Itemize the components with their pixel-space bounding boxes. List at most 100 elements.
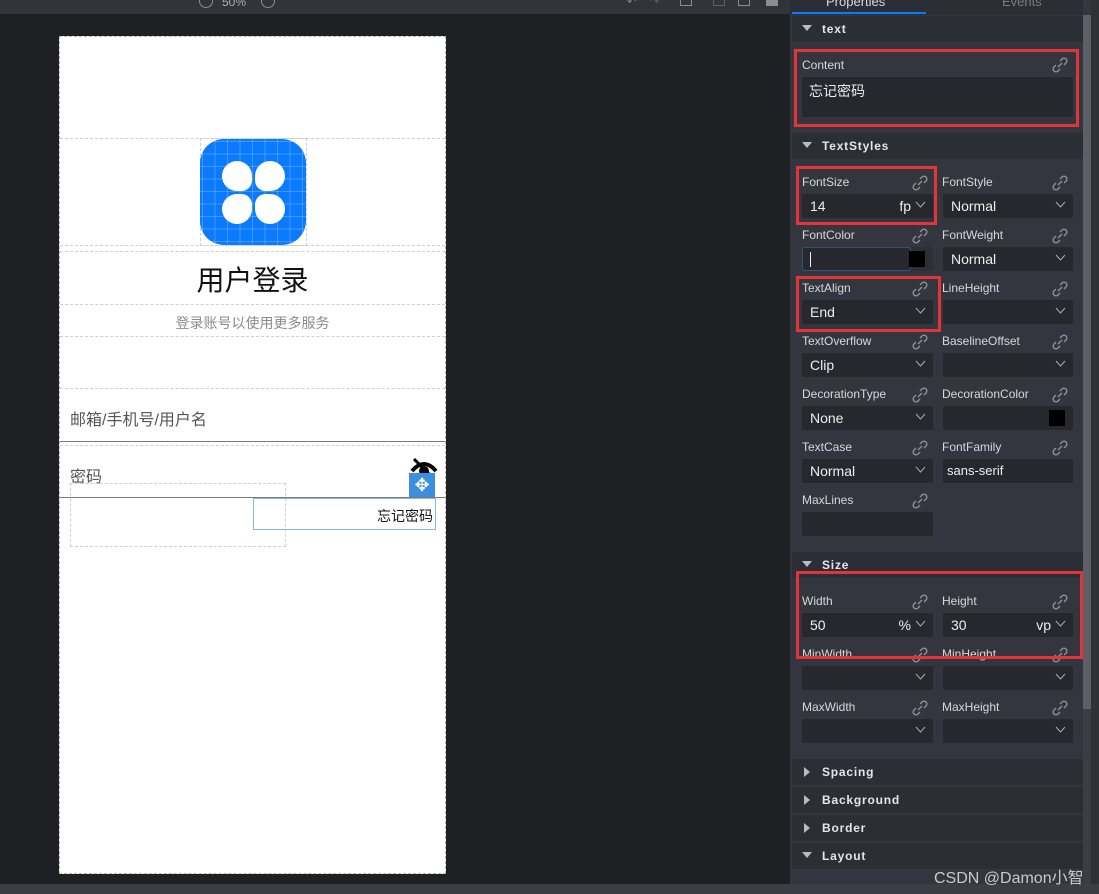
login-title[interactable]: 用户登录 — [60, 259, 445, 299]
move-icon[interactable]: ✥ — [409, 473, 435, 497]
chevron-down-icon[interactable] — [1055, 305, 1066, 316]
chevron-down-icon[interactable] — [1055, 358, 1066, 369]
scrollbar-thumb[interactable] — [1083, 15, 1091, 709]
link-icon[interactable] — [1052, 334, 1068, 350]
decoration-color-swatch[interactable] — [1049, 410, 1065, 426]
link-icon[interactable] — [1052, 387, 1068, 403]
phone-preview: 用户登录 登录账号以使用更多服务 邮箱/手机号/用户名 密码 ✥ 忘记密码 — [59, 36, 446, 874]
text-overflow-select[interactable]: Clip — [802, 353, 933, 377]
min-height-input[interactable] — [943, 666, 1073, 690]
link-icon[interactable] — [912, 440, 928, 456]
panel-edge — [1091, 0, 1099, 884]
app-logo-icon[interactable] — [200, 139, 306, 245]
redo-icon[interactable]: ↷ — [650, 0, 662, 8]
max-height-input[interactable] — [943, 719, 1073, 743]
font-weight-select[interactable]: Normal — [943, 247, 1073, 271]
chevron-down-icon[interactable] — [915, 724, 926, 735]
decoration-color-input[interactable] — [943, 406, 1073, 430]
collapse-icon — [802, 852, 812, 858]
forgot-password-text[interactable]: 忘记密码 — [253, 498, 436, 530]
section-title: Border — [822, 821, 867, 835]
text-cursor — [810, 252, 811, 267]
chevron-down-icon[interactable] — [915, 671, 926, 682]
username-input[interactable]: 邮箱/手机号/用户名 — [60, 389, 445, 442]
chevron-down-icon[interactable] — [1055, 671, 1066, 682]
highlight-box — [796, 276, 941, 332]
chevron-down-icon[interactable] — [915, 411, 926, 422]
chevron-down-icon[interactable] — [915, 358, 926, 369]
text-case-select[interactable]: Normal — [802, 459, 933, 483]
decoration-type-select[interactable]: None — [802, 406, 933, 430]
divider — [60, 251, 445, 252]
font-style-value: Normal — [951, 198, 997, 214]
line-height-label: LineHeight — [942, 281, 1000, 295]
zoom-in-icon[interactable] — [261, 0, 275, 8]
baseline-offset-label: BaselineOffset — [942, 334, 1020, 348]
collapse-icon — [802, 142, 812, 148]
active-tab-indicator — [792, 12, 926, 14]
panel-tabs: Properties Events — [790, 0, 1083, 15]
link-icon[interactable] — [1052, 281, 1068, 297]
section-title: Size — [822, 558, 850, 572]
fullscreen-icon[interactable] — [738, 0, 750, 6]
expand-icon — [804, 767, 810, 777]
divider — [60, 245, 445, 246]
font-family-input[interactable]: sans-serif — [943, 459, 1073, 483]
font-weight-label: FontWeight — [942, 228, 1004, 242]
expand-icon — [804, 823, 810, 833]
link-icon[interactable] — [912, 700, 928, 716]
device-icon[interactable] — [680, 0, 692, 6]
font-family-label: FontFamily — [942, 440, 1002, 454]
section-title: Spacing — [822, 765, 875, 779]
link-icon[interactable] — [1052, 700, 1068, 716]
link-icon[interactable] — [1052, 228, 1068, 244]
divider — [60, 336, 445, 337]
font-family-value: sans-serif — [947, 463, 1004, 478]
collapse-icon — [802, 561, 812, 567]
ide-window: 50% ↶ ↷ 用户登录 登录账号以使用更多服务 邮箱/手机号/用户名 密码 ✥… — [0, 0, 1099, 894]
zoom-out-icon[interactable] — [199, 0, 213, 8]
text-overflow-value: Clip — [810, 357, 835, 373]
font-color-input[interactable] — [802, 247, 911, 271]
section-text[interactable]: text — [792, 16, 1083, 42]
chevron-down-icon[interactable] — [915, 464, 926, 475]
min-width-input[interactable] — [802, 666, 933, 690]
tab-properties[interactable]: Properties — [826, 0, 885, 9]
login-subtitle[interactable]: 登录账号以使用更多服务 — [60, 313, 445, 333]
link-icon[interactable] — [1052, 175, 1068, 191]
font-color-swatch[interactable] — [909, 251, 925, 267]
highlight-box — [794, 49, 1079, 127]
decoration-type-value: None — [810, 410, 844, 426]
font-color-label: FontColor — [802, 228, 855, 242]
font-style-select[interactable]: Normal — [943, 194, 1073, 218]
link-icon[interactable] — [912, 334, 928, 350]
section-text-styles[interactable]: TextStyles — [792, 133, 1083, 159]
properties-panel: Properties Events text Content 忘记密码 Text… — [790, 0, 1099, 884]
highlight-box — [796, 571, 1083, 659]
text-overflow-label: TextOverflow — [802, 334, 872, 348]
link-icon[interactable] — [912, 228, 928, 244]
baseline-offset-select[interactable] — [943, 353, 1073, 377]
line-height-select[interactable] — [943, 300, 1073, 324]
undo-icon[interactable]: ↶ — [627, 0, 639, 8]
theme-icon[interactable] — [766, 0, 778, 6]
section-background[interactable]: Background — [792, 787, 1083, 813]
forgot-password-label: 忘记密码 — [377, 508, 433, 524]
export-icon[interactable] — [713, 0, 725, 6]
chevron-down-icon[interactable] — [1055, 724, 1066, 735]
section-spacing[interactable]: Spacing — [792, 759, 1083, 785]
max-width-input[interactable] — [802, 719, 933, 743]
section-title: TextStyles — [822, 139, 890, 153]
max-height-label: MaxHeight — [942, 700, 1000, 714]
chevron-down-icon[interactable] — [1055, 252, 1066, 263]
decoration-type-label: DecorationType — [802, 387, 887, 401]
highlight-box — [796, 166, 937, 225]
tab-events[interactable]: Events — [1002, 0, 1042, 9]
link-icon[interactable] — [912, 493, 928, 509]
link-icon[interactable] — [912, 387, 928, 403]
max-lines-input[interactable] — [802, 512, 933, 536]
section-border[interactable]: Border — [792, 815, 1083, 841]
chevron-down-icon[interactable] — [1055, 199, 1066, 210]
zoom-level: 50% — [222, 0, 247, 9]
link-icon[interactable] — [1052, 440, 1068, 456]
